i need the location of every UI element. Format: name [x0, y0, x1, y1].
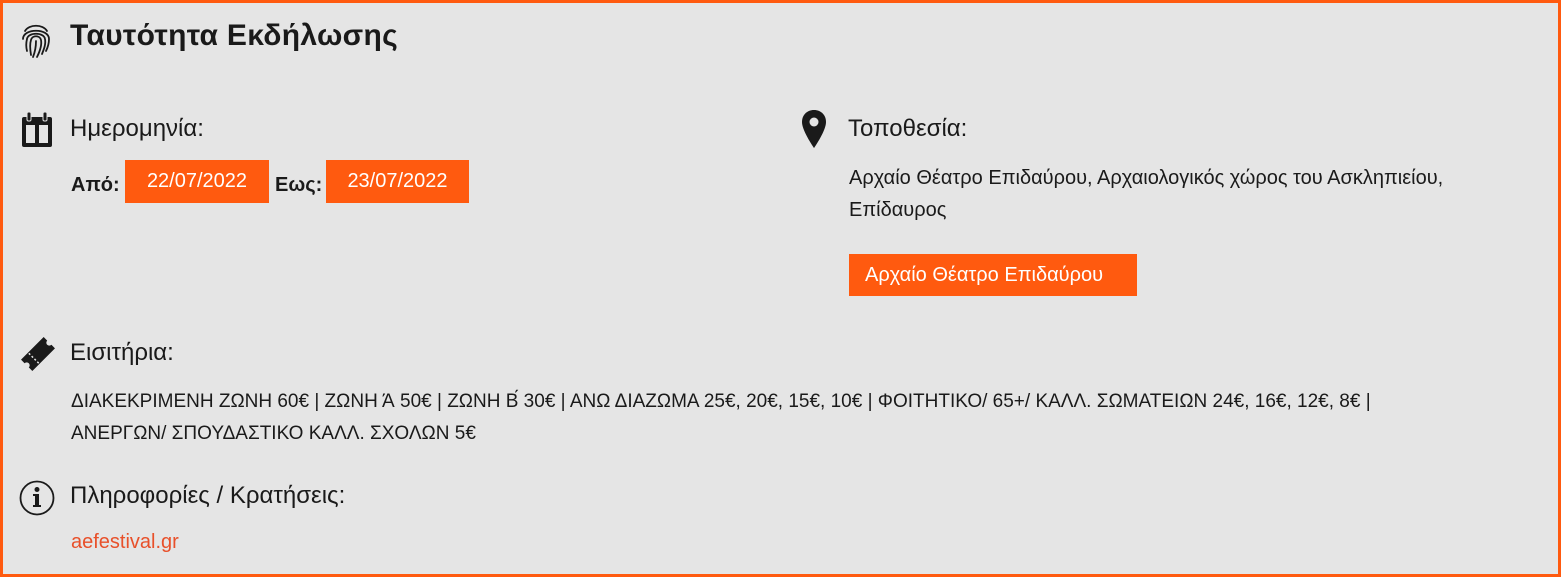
fingerprint-icon [22, 24, 50, 58]
location-address-line1: Αρχαίο Θέατρο Επιδαύρου, Αρχαιολογικός χ… [849, 167, 1444, 189]
venue-button[interactable]: Αρχαίο Θέατρο Επιδαύρου [849, 254, 1137, 296]
event-identity-card: Ταυτότητα Εκδήλωσης Ημερομηνία: Από: 22/… [0, 0, 1561, 577]
date-heading: Ημερομηνία: [70, 115, 204, 142]
map-pin-icon [802, 110, 826, 148]
tickets-text-line1: ΔΙΑΚΕΚΡΙΜΕΝΗ ΖΩΝΗ 60€ | ΖΩΝΗ Ά 50€ | ΖΩΝ… [71, 391, 1371, 412]
location-address-line2: Επίδαυρος [849, 199, 947, 221]
info-heading: Πληροφορίες / Κρατήσεις: [70, 482, 346, 509]
date-from-label: Από: [71, 174, 120, 196]
ticket-icon [21, 337, 55, 371]
tickets-heading: Εισιτήρια: [70, 339, 174, 366]
info-icon [19, 480, 55, 516]
info-link[interactable]: aefestival.gr [71, 531, 179, 554]
calendar-icon [22, 111, 52, 147]
tickets-text-line2: ΑΝΕΡΓΩΝ/ ΣΠΟΥΔΑΣΤΙΚΟ ΚΑΛΛ. ΣΧΟΛΩΝ 5€ [71, 423, 476, 444]
section-title: Ταυτότητα Εκδήλωσης [70, 19, 398, 52]
location-heading: Τοποθεσία: [848, 115, 968, 142]
date-to-label: Εως: [275, 174, 323, 196]
date-from-value: 22/07/2022 [125, 160, 269, 203]
date-to-value: 23/07/2022 [326, 160, 469, 203]
